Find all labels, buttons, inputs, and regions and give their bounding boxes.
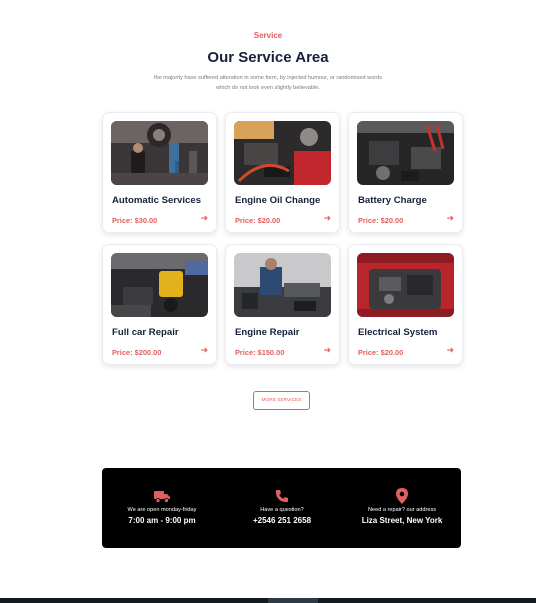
section-eyebrow: Service <box>253 31 283 40</box>
service-grid: Automatic Services Price: $30.00 ➜ Engin… <box>102 112 463 365</box>
service-title: Engine Oil Change <box>235 195 321 206</box>
info-phone: Have a question? +2546 251 2658 <box>222 488 342 525</box>
service-price: Price: $150.00 <box>235 348 285 357</box>
service-card[interactable]: Engine Repair Price: $150.00 ➜ <box>225 244 340 365</box>
service-price: Price: $20.00 <box>358 216 404 225</box>
service-title: Automatic Services <box>112 195 202 206</box>
info-label: Have a question? <box>260 507 304 513</box>
service-price: Price: $200.00 <box>112 348 162 357</box>
service-card[interactable]: Electrical System Price: $20.00 ➜ <box>348 244 463 365</box>
service-card[interactable]: Battery Charge Price: $20.00 ➜ <box>348 112 463 233</box>
service-title: Engine Repair <box>235 327 300 338</box>
service-price: Price: $20.00 <box>358 348 404 357</box>
footer-strip <box>0 598 536 603</box>
more-services-button[interactable]: MORE SERVICES <box>253 391 310 410</box>
oil-pour-photo <box>111 253 208 317</box>
red-car-engine-photo <box>357 253 454 317</box>
phone-icon <box>222 488 342 504</box>
service-title: Electrical System <box>358 327 438 338</box>
service-title: Battery Charge <box>358 195 427 206</box>
info-hours: We are open monday-friday 7:00 am - 9:00… <box>102 488 222 525</box>
section-title: Our Service Area <box>207 49 329 66</box>
footer-accent <box>268 598 318 603</box>
service-card[interactable]: Automatic Services Price: $30.00 ➜ <box>102 112 217 233</box>
info-value: 7:00 am - 9:00 pm <box>128 516 196 525</box>
info-value[interactable]: +2546 251 2658 <box>222 516 342 525</box>
arrow-right-icon[interactable]: ➜ <box>446 213 454 224</box>
truck-icon <box>102 488 222 504</box>
service-price: Price: $20.00 <box>235 216 281 225</box>
section-subtitle: the majority have suffered alteration in… <box>153 75 383 91</box>
info-label: Need a repair? our address <box>367 507 437 513</box>
service-card[interactable]: Full car Repair Price: $200.00 ➜ <box>102 244 217 365</box>
info-bar: We are open monday-friday 7:00 am - 9:00… <box>102 468 461 548</box>
arrow-right-icon[interactable]: ➜ <box>323 213 331 224</box>
info-address: Need a repair? our address Liza Street, … <box>342 488 462 525</box>
info-value: Liza Street, New York <box>361 516 443 525</box>
mechanic-under-car-photo <box>111 121 208 185</box>
battery-jump-photo <box>357 121 454 185</box>
service-title: Full car Repair <box>112 327 179 338</box>
arrow-right-icon[interactable]: ➜ <box>323 345 331 356</box>
arrow-right-icon[interactable]: ➜ <box>200 213 208 224</box>
service-card[interactable]: Engine Oil Change Price: $20.00 ➜ <box>225 112 340 233</box>
arrow-right-icon[interactable]: ➜ <box>200 345 208 356</box>
service-price: Price: $30.00 <box>112 216 158 225</box>
info-label: We are open monday-friday <box>127 507 197 513</box>
location-pin-icon <box>342 488 462 504</box>
engine-bay-red-photo <box>234 121 331 185</box>
arrow-right-icon[interactable]: ➜ <box>446 345 454 356</box>
mechanic-engine-photo <box>234 253 331 317</box>
